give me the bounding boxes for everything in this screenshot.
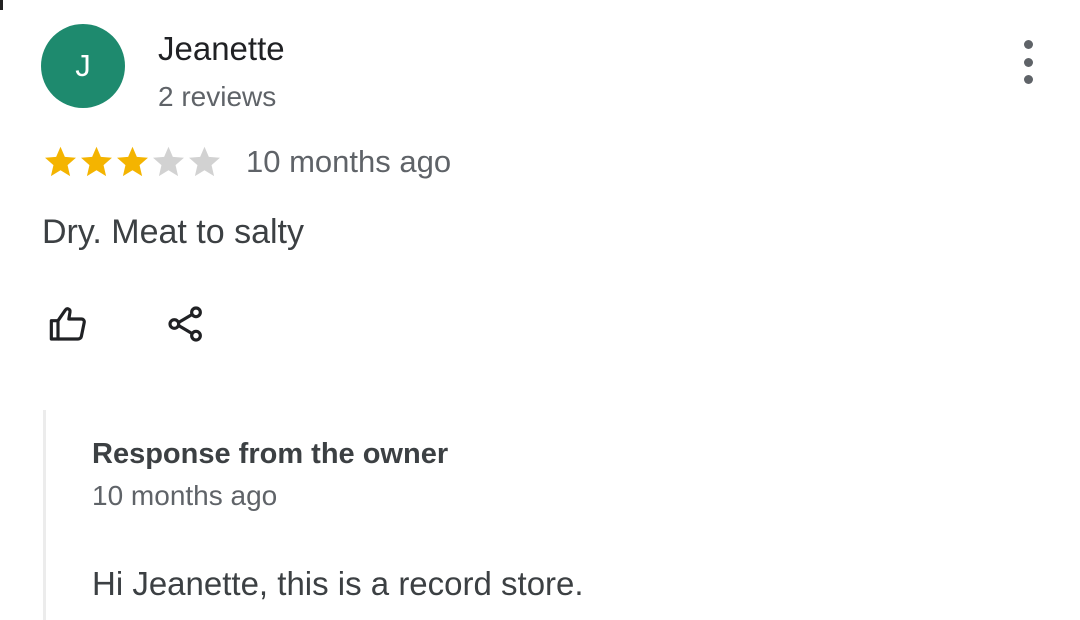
share-icon	[168, 306, 202, 342]
star-empty-icon	[189, 146, 220, 177]
avatar[interactable]: J	[41, 24, 125, 108]
owner-response-text: Hi Jeanette, this is a record store.	[92, 565, 584, 602]
more-vert-icon	[1023, 40, 1033, 84]
corner-mark	[0, 0, 3, 10]
thumbs-up-icon	[49, 307, 86, 341]
review-date: 10 months ago	[246, 144, 452, 179]
star-filled-icon	[81, 146, 112, 177]
star-filled-icon	[45, 146, 76, 177]
owner-response: Response from the owner 10 months ago Hi…	[43, 410, 1046, 620]
owner-response-title: Response from the owner	[92, 438, 449, 470]
rating-row: 10 months ago	[42, 142, 451, 182]
owner-response-date: 10 months ago	[92, 480, 278, 511]
star-empty-icon	[153, 146, 184, 177]
review-text: Dry. Meat to salty	[42, 213, 304, 251]
like-button[interactable]	[44, 300, 92, 348]
author-review-count[interactable]: 2 reviews	[158, 81, 276, 113]
star-filled-icon	[117, 146, 148, 177]
author-name[interactable]: Jeanette	[158, 30, 285, 68]
share-button[interactable]	[162, 300, 210, 348]
star-rating	[42, 144, 222, 180]
review-actions	[44, 300, 210, 348]
more-options-button[interactable]	[1008, 40, 1048, 84]
avatar-initial: J	[75, 48, 91, 83]
review-card: J Jeanette 2 reviews 10 months ago Dry. …	[0, 0, 1080, 620]
